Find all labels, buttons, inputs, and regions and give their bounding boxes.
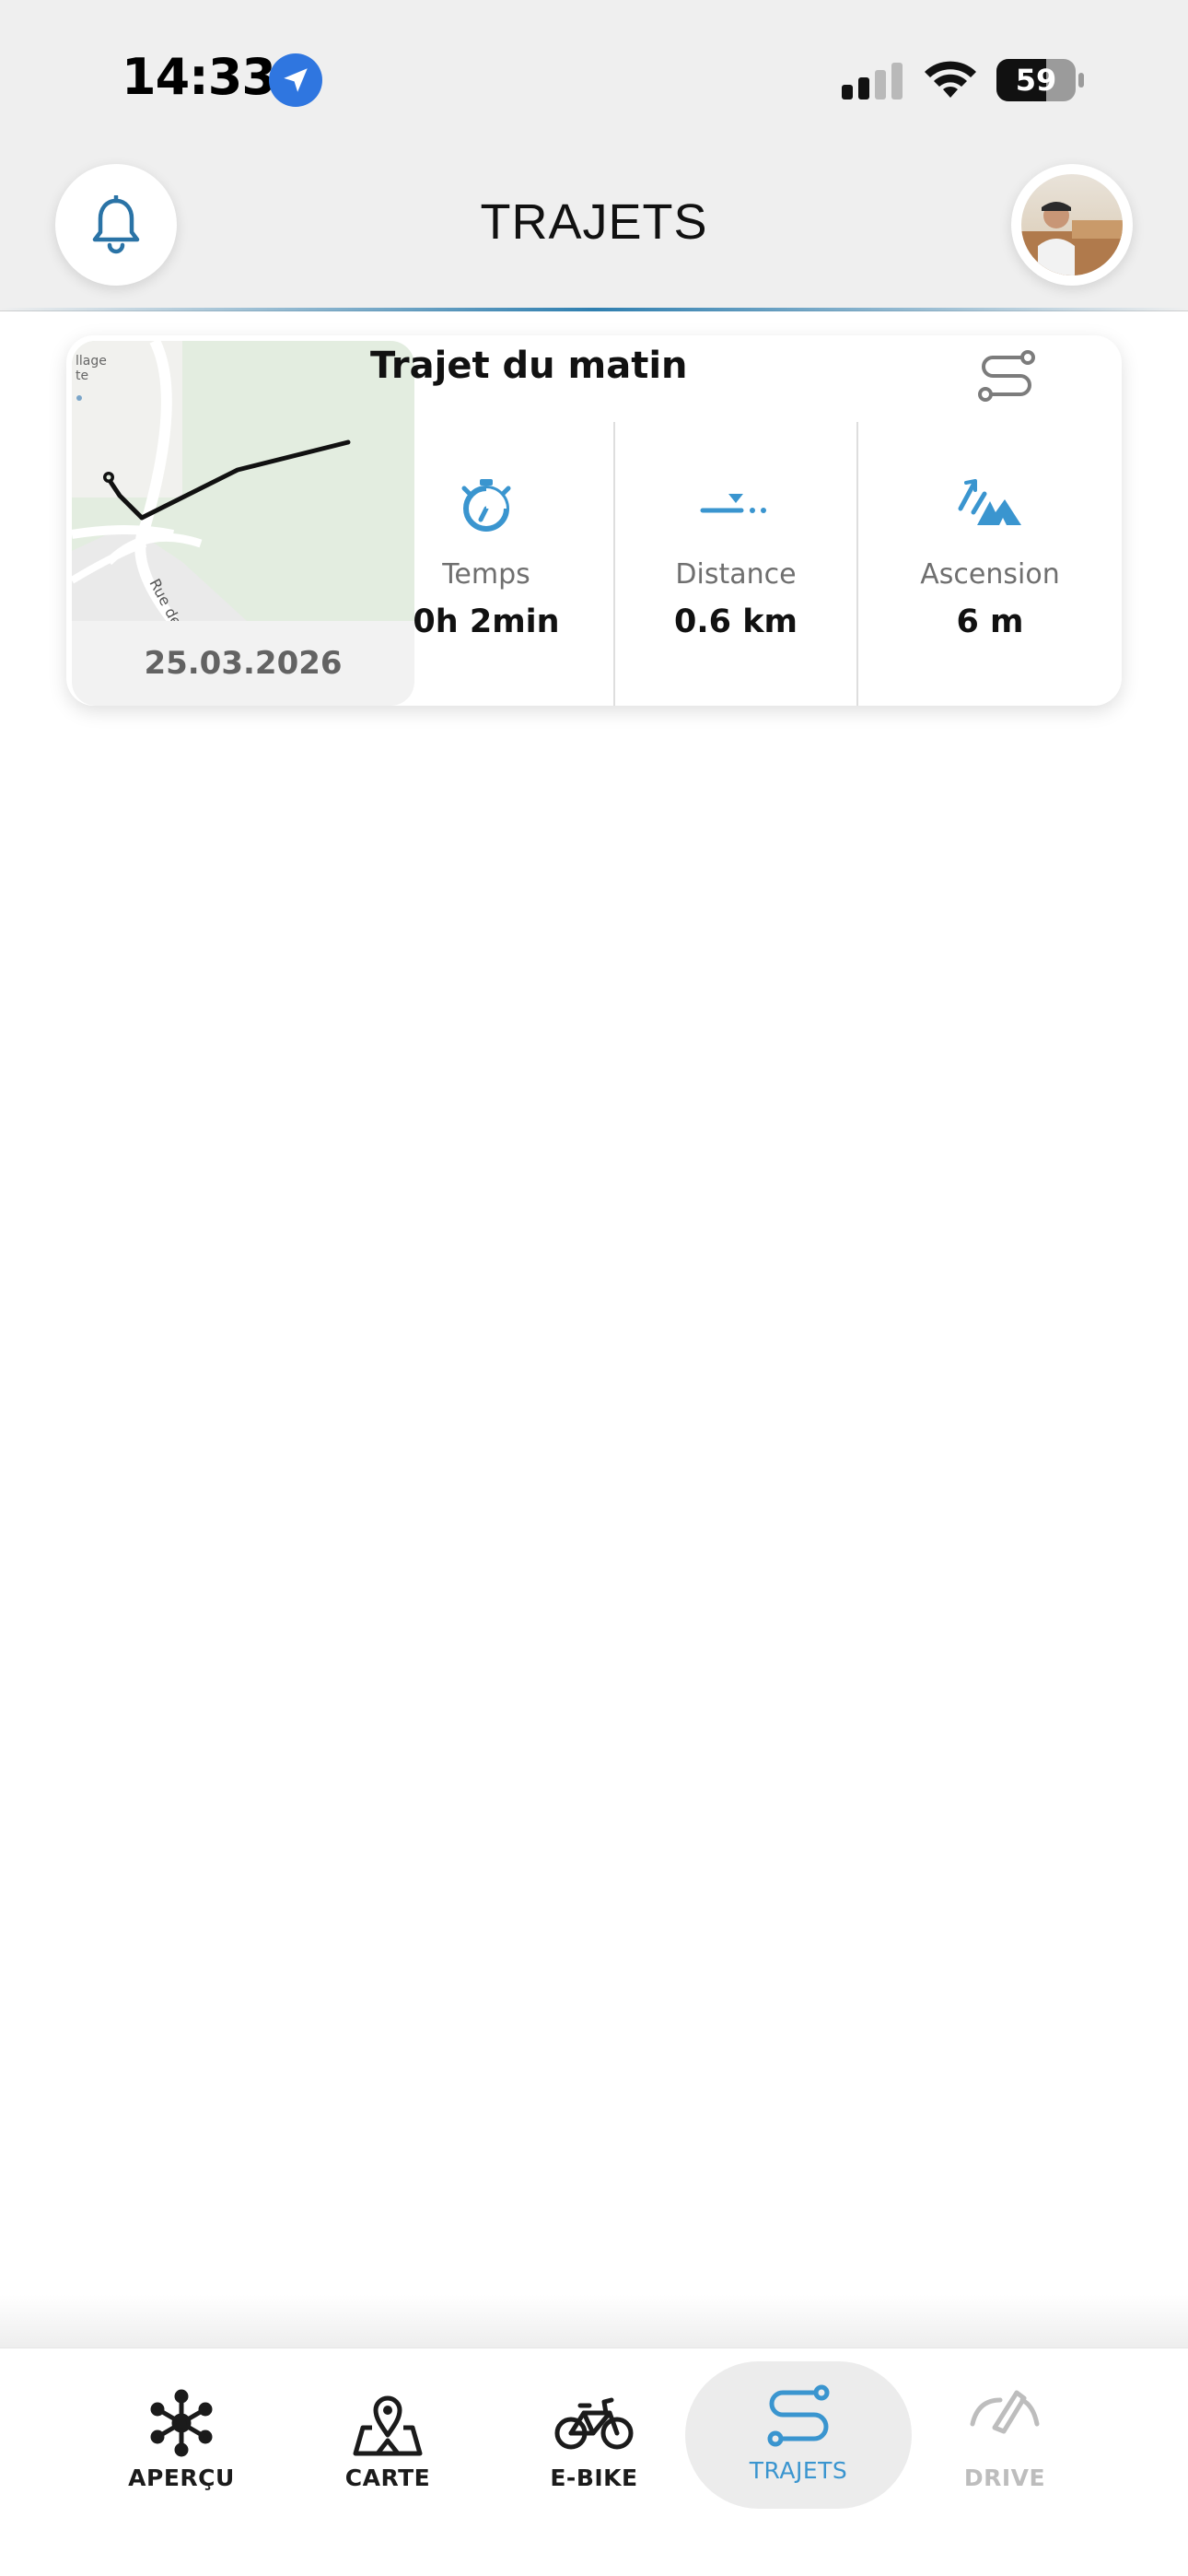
stat-time: Temps 0h 2min — [361, 424, 611, 706]
stat-value-distance: 0.6 km — [674, 603, 798, 640]
ride-title: Trajet du matin — [370, 345, 688, 387]
stat-distance: Distance 0.6 km — [615, 424, 856, 706]
map-pin-icon — [353, 2395, 423, 2456]
svg-text:te: te — [76, 369, 88, 383]
bottom-nav: APERÇU CARTE E-BIKE TRAJETS DRIVE — [0, 2348, 1188, 2576]
stat-value-ascent: 6 m — [956, 603, 1024, 640]
battery-level: 59 — [1015, 63, 1057, 98]
routes-icon — [767, 2384, 830, 2447]
mountain-icon — [958, 479, 1021, 525]
stopwatch-icon — [461, 479, 511, 532]
route-type-icon — [978, 350, 1035, 402]
trajets-screen: 14:33 59 TRAJETS llage te Rue de 25.03.2… — [0, 0, 1188, 2576]
nav-item-drive[interactable]: DRIVE — [891, 2365, 1118, 2560]
stat-label-distance: Distance — [675, 558, 797, 591]
location-arrow-icon — [269, 53, 322, 107]
avatar — [1021, 174, 1123, 275]
stat-value-time: 0h 2min — [413, 603, 560, 640]
nav-item-trajets[interactable]: TRAJETS — [685, 2361, 912, 2509]
profile-button[interactable] — [1011, 164, 1133, 286]
drive-icon — [970, 2390, 1040, 2434]
stat-label-ascent: Ascension — [920, 558, 1060, 591]
nav-item-apercu[interactable]: APERÇU — [68, 2365, 295, 2560]
nav-label-carte: CARTE — [344, 2465, 431, 2491]
nav-shadow — [0, 2294, 1188, 2349]
bicycle-icon — [554, 2397, 634, 2450]
nav-item-carte[interactable]: CARTE — [274, 2365, 501, 2560]
status-time: 14:33 — [122, 48, 276, 106]
nav-label-trajets: TRAJETS — [749, 2457, 848, 2484]
stat-label-time: Temps — [442, 558, 530, 591]
wifi-icon — [925, 61, 976, 98]
page-title: TRAJETS — [480, 194, 708, 250]
nav-label-apercu: APERÇU — [128, 2465, 235, 2491]
nav-item-ebike[interactable]: E-BIKE — [481, 2365, 707, 2560]
distance-icon — [700, 494, 766, 513]
header-accent-line — [0, 308, 1188, 311]
map-place-label: llage — [76, 354, 107, 369]
overview-hub-icon — [150, 2389, 213, 2457]
nav-label-ebike: E-BIKE — [550, 2465, 638, 2491]
stat-ascent: Ascension 6 m — [858, 424, 1122, 706]
cellular-signal-icon — [842, 63, 903, 100]
nav-label-drive: DRIVE — [963, 2465, 1046, 2491]
header — [0, 0, 1188, 311]
